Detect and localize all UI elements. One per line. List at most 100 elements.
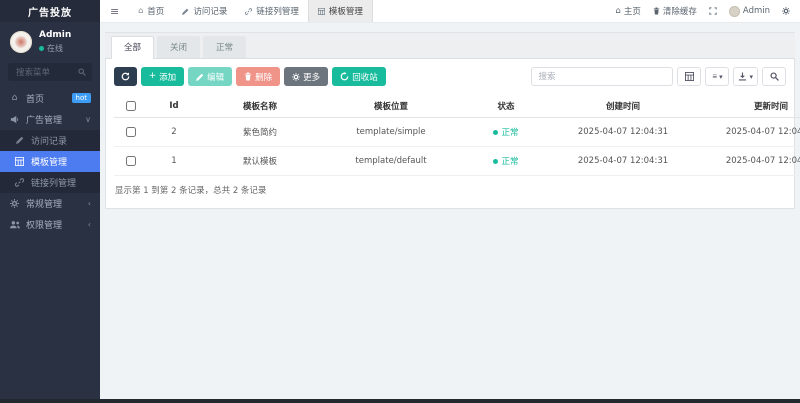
column-header-created[interactable]: 创建时间: [549, 95, 697, 118]
trash-icon: [653, 7, 660, 15]
sidebar-item-label: 模板管理: [31, 155, 67, 168]
search-button[interactable]: [762, 67, 786, 86]
gears-icon: [9, 199, 20, 208]
sidebar-item-label: 常规管理: [26, 197, 62, 210]
nav-tab-link-column[interactable]: 链接列管理: [236, 0, 308, 22]
nav-tab-label: 模板管理: [329, 5, 363, 17]
cell-created: 2025-04-07 12:04:31: [549, 147, 697, 176]
sidebar-menu: ⌂ 首页 hot 广告管理 ∨ 访问记录: [0, 88, 100, 235]
table-row[interactable]: 1 默认模板 template/default 正常 2025-04-07 12…: [114, 147, 800, 176]
table-row[interactable]: 2 紫色简约 template/simple 正常 2025-04-07 12:…: [114, 118, 800, 147]
table-icon: [318, 8, 325, 15]
clear-cache-link[interactable]: 清除缓存: [653, 5, 697, 17]
recycle-icon: [340, 72, 349, 81]
add-button-label: 添加: [159, 71, 176, 83]
search-group: ≡ ▾ ▾: [531, 67, 786, 86]
cell-path: template/default: [319, 147, 463, 176]
cell-name: 紫色简约: [201, 118, 319, 147]
chevron-left-icon: ‹: [88, 199, 91, 208]
column-header-id[interactable]: Id: [147, 95, 201, 118]
edit-button-label: 编辑: [207, 71, 224, 83]
pagination-info: 显示第 1 到第 2 条记录，总共 2 条记录: [114, 176, 786, 200]
link-icon: [245, 8, 252, 15]
window-bottom-edge: [0, 399, 800, 403]
online-dot-icon: [39, 46, 44, 51]
sidebar-item-general-management[interactable]: 常规管理 ‹: [0, 193, 100, 214]
clear-cache-label: 清除缓存: [663, 5, 697, 17]
nav-tab-visit-records[interactable]: 访问记录: [173, 0, 236, 22]
search-icon: [770, 72, 779, 81]
recycle-bin-label: 回收站: [352, 71, 378, 83]
avatar: [729, 6, 740, 17]
sidebar-item-label: 权限管理: [26, 218, 62, 231]
settings-button[interactable]: [782, 7, 790, 15]
column-header-name[interactable]: 模板名称: [201, 95, 319, 118]
cell-id: 2: [147, 118, 201, 147]
columns-button[interactable]: ≡ ▾: [705, 67, 729, 86]
refresh-button[interactable]: [114, 67, 137, 86]
nav-tab-template-management[interactable]: 模板管理: [308, 0, 373, 22]
filter-tab-normal[interactable]: 正常: [203, 36, 246, 58]
add-button[interactable]: + 添加: [141, 67, 184, 86]
plus-icon: +: [149, 72, 156, 81]
sidebar-item-permission-management[interactable]: 权限管理 ‹: [0, 214, 100, 235]
table-icon: [14, 157, 25, 166]
cell-path: template/simple: [319, 118, 463, 147]
chevron-left-icon: ‹: [88, 220, 91, 229]
edit-button[interactable]: 编辑: [188, 67, 232, 86]
sidebar-search-input[interactable]: [14, 66, 74, 78]
sidebar-item-ad-management[interactable]: 广告管理 ∨: [0, 109, 100, 130]
sidebar-item-link-column-management[interactable]: 链接列管理: [0, 172, 100, 193]
column-header-status[interactable]: 状态: [463, 95, 549, 118]
column-header-path[interactable]: 模板位置: [319, 95, 463, 118]
users-icon: [9, 220, 20, 229]
select-all-checkbox[interactable]: [126, 101, 136, 111]
more-button-label: 更多: [303, 71, 320, 83]
sidebar-item-label: 广告管理: [26, 113, 62, 126]
home-link-label: 主页: [624, 5, 641, 17]
home-link[interactable]: ⌂ 主页: [615, 5, 640, 17]
sidebar-item-template-management[interactable]: 模板管理: [0, 151, 100, 172]
sidebar-item-label: 首页: [26, 92, 44, 105]
home-icon: ⌂: [138, 7, 143, 15]
avatar[interactable]: [10, 31, 32, 53]
delete-button[interactable]: 删除: [236, 67, 280, 86]
table-icon: [685, 72, 694, 81]
status-badge: 正常: [493, 155, 518, 167]
filter-tab-closed[interactable]: 关闭: [157, 36, 200, 58]
more-button[interactable]: 更多: [284, 67, 328, 86]
sidebar-item-home[interactable]: ⌂ 首页 hot: [0, 88, 100, 109]
nav-tab-label: 访问记录: [193, 5, 227, 17]
export-icon: [738, 72, 747, 81]
status-dot-icon: [493, 159, 498, 164]
navbar-right: ⌂ 主页 清除缓存 Admin: [615, 0, 800, 22]
user-panel: Admin 在线: [0, 22, 100, 61]
row-checkbox[interactable]: [126, 127, 136, 137]
content-area: 全部 关闭 正常 + 添加: [100, 23, 800, 399]
toggle-search-button[interactable]: [677, 67, 701, 86]
trash-icon: [244, 72, 252, 81]
export-button[interactable]: ▾: [733, 67, 758, 86]
nav-tab-label: 链接列管理: [256, 5, 299, 17]
filter-tab-all[interactable]: 全部: [111, 36, 154, 59]
recycle-bin-button[interactable]: 回收站: [332, 67, 386, 86]
user-menu[interactable]: Admin: [729, 6, 770, 17]
table-search-input[interactable]: [531, 67, 673, 86]
row-checkbox[interactable]: [126, 156, 136, 166]
user-name: Admin: [39, 31, 71, 41]
filter-tabs-bar: 全部 关闭 正常: [105, 32, 795, 59]
hamburger-icon[interactable]: ≡: [100, 0, 129, 22]
column-header-updated[interactable]: 更新时间: [697, 95, 800, 118]
nav-tab-home[interactable]: ⌂ 首页: [129, 0, 173, 22]
data-table: Id 模板名称 模板位置 状态 创建时间 更新时间 操作: [114, 95, 800, 176]
gears-icon: [782, 7, 790, 15]
fullscreen-button[interactable]: [709, 7, 717, 15]
pencil-icon: [14, 136, 25, 144]
app-title: 广告投放: [0, 0, 100, 22]
status-dot-icon: [493, 130, 498, 135]
home-icon: ⌂: [9, 94, 20, 103]
search-icon: [78, 68, 86, 76]
sidebar-item-visit-records[interactable]: 访问记录: [0, 130, 100, 151]
fullscreen-icon: [709, 7, 717, 15]
user-status-label: 在线: [47, 43, 63, 54]
